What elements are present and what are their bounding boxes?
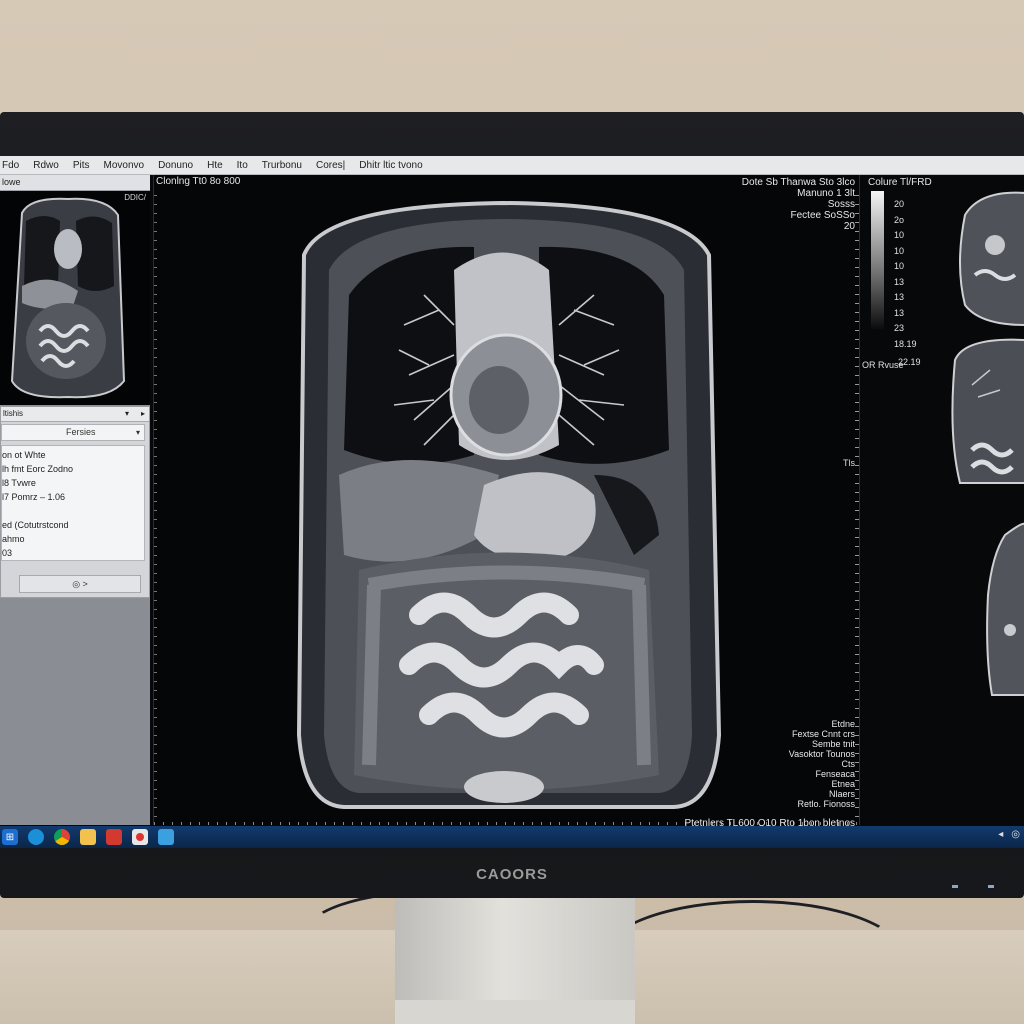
info-line: Fextse Cnnt crs — [791, 729, 855, 739]
chrome-icon[interactable] — [54, 829, 70, 845]
list-item[interactable]: l7 Pomrz – 1.06 — [2, 490, 144, 504]
info-line: Cts — [841, 759, 856, 769]
menu-file[interactable]: Fdo — [2, 160, 19, 171]
folder-icon[interactable] — [80, 829, 96, 845]
properties-header: ltishis ▾ ▸ — [1, 407, 149, 422]
viewer-icon[interactable] — [158, 829, 174, 845]
taskbar: ⊞ ◂ ◎ — [0, 826, 1024, 848]
list-item[interactable]: ahmo — [2, 532, 144, 546]
system-tray: ◂ ◎ — [998, 829, 1020, 840]
cable — [600, 900, 906, 1016]
viewport-side-mark: Tls — [843, 458, 855, 468]
info-line: Fenseaca — [815, 769, 855, 779]
tray-arrow-icon[interactable]: ◂ — [998, 829, 1003, 840]
list-item[interactable]: 03 — [2, 546, 144, 560]
info-line: Retlo. Fionoss — [797, 799, 855, 809]
apply-button[interactable]: ◎ > — [19, 575, 141, 593]
list-item[interactable]: l8 Tvwre — [2, 476, 144, 490]
thumbnail-coronal[interactable]: DDIC/ — [0, 191, 150, 405]
tray-clock-icon[interactable]: ◎ — [1011, 829, 1020, 840]
monitor-brand: CAOORS — [476, 866, 548, 883]
info-line: Sembe tnit — [811, 739, 855, 749]
menu-pits[interactable]: Pits — [73, 160, 90, 171]
thumbnail-coronal-mid — [951, 338, 1024, 484]
info-line: Etdne — [831, 719, 855, 729]
left-panel: lowe DDIC/ ltishis ▾ ▸ Fersies ▾ on ot W… — [0, 175, 150, 825]
menu-bar: Fdo Rdwo Pits Movonvo Donuno Hte Ito Tru… — [0, 156, 1024, 175]
windows-icon[interactable]: ⊞ — [2, 829, 18, 845]
recorder-icon[interactable] — [132, 829, 148, 845]
pin-icon[interactable]: ▸ — [141, 407, 145, 421]
info-line: Etnea — [831, 779, 855, 789]
list-item[interactable]: lh fmt Eorc Zodno — [2, 462, 144, 476]
status-led — [988, 885, 994, 888]
menu-edit[interactable]: Rdwo — [33, 160, 59, 171]
thumbnail-axial-top — [959, 191, 1024, 326]
menu-cores[interactable]: Cores| — [316, 160, 345, 171]
side-thumbnails — [951, 191, 1024, 696]
monitor-stand — [395, 895, 635, 1005]
power-led — [952, 885, 958, 888]
list-item[interactable]: on ot Whte — [2, 448, 144, 462]
thumbnail-label: DDIC/ — [124, 193, 146, 202]
menu-hte[interactable]: Hte — [207, 160, 223, 171]
thumbnail-scan-image — [10, 197, 126, 399]
screen: Fdo Rdwo Pits Movonvo Donuno Hte Ito Tru… — [0, 156, 1024, 848]
menu-movonvo[interactable]: Movonvo — [103, 160, 144, 171]
right-panel: Colure Tl/FRD 20 2o 10 10 10 13 13 13 23… — [859, 175, 1024, 825]
left-panel-empty-area — [0, 599, 150, 825]
collapse-icon[interactable]: ▾ — [125, 407, 129, 421]
properties-list: on ot Whte lh fmt Eorc Zodno l8 Tvwre l7… — [1, 445, 145, 561]
monitor-stand-base — [395, 1000, 635, 1024]
thumbnail-sagittal-bottom — [986, 522, 1024, 696]
menu-donuno[interactable]: Donuno — [158, 160, 193, 171]
list-item[interactable]: ed (Cotutrstcond — [2, 518, 144, 532]
info-line: Vasoktor Tounos — [788, 749, 855, 759]
menu-dhitr[interactable]: Dhitr ltic tvono — [359, 160, 422, 171]
edge-icon[interactable] — [28, 829, 44, 845]
info-line: Nlaers — [828, 789, 855, 799]
left-panel-title: lowe — [0, 175, 150, 191]
menu-ito[interactable]: Ito — [237, 160, 248, 171]
coronal-ct-image — [296, 200, 722, 809]
menu-trurbonu[interactable]: Trurbonu — [262, 160, 302, 171]
properties-header-label: ltishis — [3, 409, 24, 418]
preset-select[interactable]: Fersies ▾ — [1, 424, 145, 441]
properties-panel: ltishis ▾ ▸ Fersies ▾ on ot Whte lh fmt … — [0, 406, 150, 598]
viewport-bottom-info: Etdne Fextse Cnnt crs Sembe tnit Vasokto… — [789, 719, 855, 819]
main-viewport[interactable]: Clonlng Tt0 8o 800 Dote Sb Thanwa Sto 3l… — [153, 175, 859, 829]
chevron-down-icon[interactable]: ▾ — [136, 425, 140, 440]
app-icon[interactable] — [106, 829, 122, 845]
preset-select-value: Fersies — [66, 427, 96, 437]
